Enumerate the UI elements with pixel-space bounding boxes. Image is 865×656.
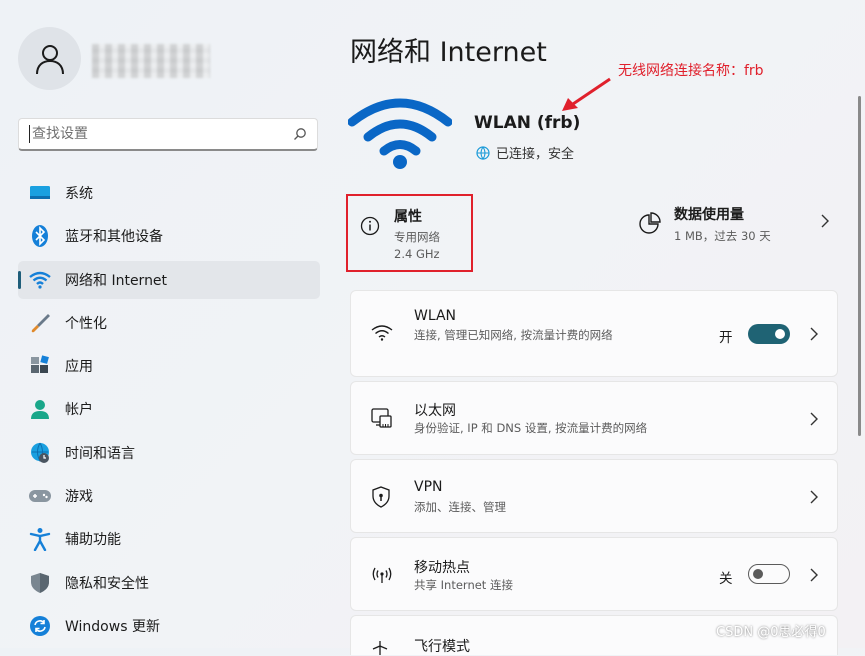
- vpn-title: VPN: [414, 479, 443, 495]
- sidebar-item-label: 游戏: [65, 489, 93, 506]
- ethernet-subtitle: 身份验证, IP 和 DNS 设置, 按流量计费的网络: [414, 421, 648, 435]
- mobile-hotspot-subtitle: 共享 Internet 连接: [414, 578, 513, 592]
- user-icon: [35, 44, 64, 74]
- properties-title: 属性: [394, 209, 422, 225]
- mobile-hotspot-title: 移动热点: [414, 560, 470, 576]
- sidebar-item-windows-update[interactable]: Windows 更新: [18, 607, 320, 645]
- chevron-right-icon: [821, 214, 829, 228]
- sidebar-item-gaming[interactable]: 游戏: [18, 477, 320, 515]
- sidebar-item-personalization[interactable]: 个性化: [18, 304, 320, 342]
- watermark: CSDN @0思必得0: [716, 625, 826, 640]
- mobile-hotspot-toggle[interactable]: [748, 564, 790, 584]
- wlan-title: WLAN: [414, 308, 457, 324]
- network-status: 已连接，安全: [476, 143, 574, 162]
- wlan-card[interactable]: WLAN 连接, 管理已知网络, 按流量计费的网络 开: [350, 290, 838, 377]
- mobile-hotspot-card[interactable]: 移动热点 共享 Internet 连接 关: [350, 537, 838, 611]
- sidebar-item-label: 辅助功能: [65, 532, 121, 549]
- ethernet-icon: [371, 408, 392, 428]
- username-blurred: [92, 44, 210, 78]
- avatar[interactable]: [18, 27, 81, 90]
- chevron-right-icon[interactable]: [809, 412, 819, 426]
- shield-icon: [28, 571, 52, 595]
- sidebar-item-label: 网络和 Internet: [65, 272, 168, 289]
- ethernet-card[interactable]: 以太网 身份验证, IP 和 DNS 设置, 按流量计费的网络: [350, 381, 838, 455]
- wlan-toggle[interactable]: [748, 324, 790, 344]
- sidebar-item-system[interactable]: 系统: [18, 174, 320, 212]
- properties-band: 2.4 GHz: [394, 247, 440, 261]
- globe-clock-icon: [28, 441, 52, 465]
- search-box[interactable]: [18, 118, 318, 151]
- data-usage-button[interactable]: 数据使用量 1 MB，过去 30 天: [636, 200, 836, 256]
- update-icon: [28, 614, 52, 638]
- network-status-text: 已连接，安全: [496, 147, 575, 162]
- wifi-icon: [371, 325, 393, 341]
- chevron-right-icon[interactable]: [809, 327, 819, 341]
- sidebar-item-accounts[interactable]: 帐户: [18, 390, 320, 428]
- search-icon[interactable]: [293, 127, 307, 141]
- sidebar-item-label: 蓝牙和其他设备: [65, 229, 163, 246]
- pie-chart-icon: [639, 212, 661, 234]
- data-usage-title: 数据使用量: [674, 207, 744, 223]
- sidebar-item-time-language[interactable]: 时间和语言: [18, 434, 320, 472]
- sidebar-item-apps[interactable]: 应用: [18, 347, 320, 385]
- accessibility-icon: [28, 527, 52, 552]
- sidebar-item-label: 时间和语言: [65, 445, 135, 462]
- system-icon: [28, 181, 52, 205]
- info-icon: [360, 216, 380, 236]
- globe-icon: [476, 145, 490, 160]
- annotation-arrow-icon: [562, 77, 611, 111]
- annotation-text: 无线网络连接名称：frb: [618, 63, 764, 79]
- sidebar-item-label: 应用: [65, 359, 93, 376]
- sidebar-item-label: 帐户: [65, 402, 93, 419]
- wifi-large-icon: [348, 98, 452, 169]
- bluetooth-icon: [28, 224, 52, 248]
- brush-icon: [28, 311, 52, 335]
- network-name: WLAN (frb): [474, 113, 581, 133]
- scrollbar[interactable]: [858, 96, 861, 436]
- properties-network-type: 专用网络: [394, 230, 440, 244]
- sidebar-item-label: 隐私和安全性: [65, 575, 149, 592]
- vpn-card[interactable]: VPN 添加、连接、管理: [350, 459, 838, 533]
- account-icon: [28, 397, 52, 421]
- sidebar-item-label: 系统: [65, 186, 93, 202]
- gamepad-icon: [28, 484, 52, 508]
- airplane-mode-title: 飞行模式: [414, 639, 470, 655]
- sidebar-item-label: 个性化: [65, 315, 107, 332]
- sidebar-item-accessibility[interactable]: 辅助功能: [18, 520, 320, 558]
- chevron-right-icon[interactable]: [809, 568, 819, 582]
- sidebar-item-bluetooth[interactable]: 蓝牙和其他设备: [18, 217, 320, 255]
- sidebar-item-label: Windows 更新: [65, 618, 160, 635]
- properties-button[interactable]: 属性 专用网络 2.4 GHz: [346, 194, 473, 272]
- mobile-hotspot-toggle-label: 关: [719, 571, 733, 587]
- page-title: 网络和 Internet: [350, 37, 547, 68]
- wlan-toggle-label: 开: [719, 330, 733, 346]
- ethernet-title: 以太网: [414, 403, 456, 419]
- vpn-shield-icon: [372, 486, 390, 508]
- vpn-subtitle: 添加、连接、管理: [414, 500, 506, 514]
- sidebar-nav: 系统 蓝牙和其他设备 网络和 Internet 个性化 应用 帐户 时间和语言 …: [18, 174, 320, 650]
- sidebar-item-network[interactable]: 网络和 Internet: [18, 260, 320, 299]
- wifi-icon: [28, 268, 52, 292]
- data-usage-detail: 1 MB，过去 30 天: [674, 229, 771, 243]
- airplane-icon: [372, 641, 388, 655]
- apps-icon: [28, 354, 52, 378]
- search-input[interactable]: [29, 125, 293, 143]
- chevron-right-icon[interactable]: [809, 490, 819, 504]
- wlan-subtitle: 连接, 管理已知网络, 按流量计费的网络: [414, 328, 613, 342]
- sidebar-item-privacy[interactable]: 隐私和安全性: [18, 564, 320, 602]
- hotspot-icon: [372, 567, 392, 583]
